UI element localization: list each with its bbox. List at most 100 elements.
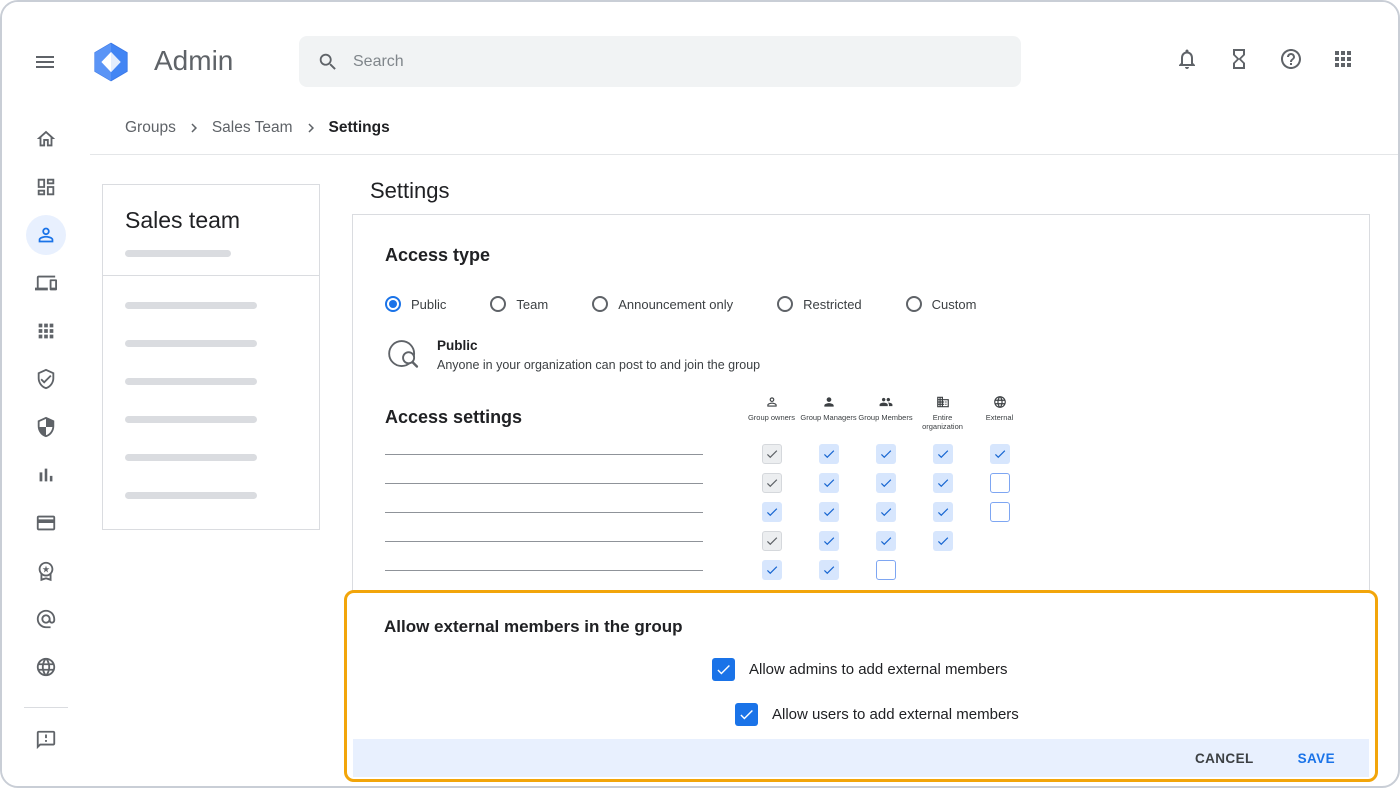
checkbox-checked[interactable]	[876, 502, 896, 522]
group-card: Sales team	[102, 184, 320, 530]
checkbox-checked[interactable]	[819, 502, 839, 522]
sidebar-item-security[interactable]	[26, 359, 66, 399]
external-option-label: Allow admins to add external members	[749, 661, 1007, 678]
domains-icon	[35, 656, 57, 678]
home-icon	[35, 128, 57, 150]
radio-option-announcement-only[interactable]: Announcement only	[592, 296, 733, 312]
dashboard-icon	[35, 176, 57, 198]
sidebar-nav	[2, 102, 90, 695]
sidebar	[2, 102, 90, 786]
checkbox-checked[interactable]	[819, 473, 839, 493]
grid-cell	[914, 502, 971, 522]
sidebar-item-directory[interactable]	[26, 215, 66, 255]
checkbox-checked[interactable]	[933, 502, 953, 522]
checkbox-checked[interactable]	[933, 531, 953, 551]
grid-cell	[857, 444, 914, 464]
menu-button[interactable]	[32, 49, 58, 75]
apps-icon	[35, 320, 57, 342]
page-title: Settings	[370, 178, 450, 204]
checkbox-checked[interactable]	[876, 473, 896, 493]
radio-option-custom[interactable]: Custom	[906, 296, 977, 312]
check-icon	[765, 505, 779, 519]
topbar-actions	[1174, 46, 1356, 72]
grid-cell	[971, 473, 1028, 493]
radio-icon	[385, 296, 401, 312]
radio-label: Public	[411, 297, 446, 312]
breadcrumb-item[interactable]: Groups	[125, 119, 176, 137]
column-label: External	[986, 413, 1014, 422]
radio-label: Announcement only	[618, 297, 733, 312]
save-button[interactable]: SAVE	[1298, 751, 1335, 766]
sidebar-item-shield[interactable]	[26, 407, 66, 447]
column-header: Entire organization	[914, 395, 971, 432]
help-icon	[1279, 47, 1303, 71]
checkbox-unchecked[interactable]	[990, 473, 1010, 493]
devices-icon	[35, 272, 57, 294]
checkbox-checked[interactable]	[762, 560, 782, 580]
radio-label: Custom	[932, 297, 977, 312]
sidebar-item-billing[interactable]	[26, 503, 66, 543]
checkbox-checked[interactable]	[876, 444, 896, 464]
access-row	[385, 469, 1369, 498]
access-settings-header: Access settings Group ownersGroup Manage…	[385, 395, 1369, 432]
feedback-icon	[35, 729, 57, 751]
checkbox-checked[interactable]	[819, 560, 839, 580]
external-option-label: Allow users to add external members	[772, 706, 1019, 723]
shield-icon	[35, 416, 57, 438]
tasks-button[interactable]	[1226, 46, 1252, 72]
check-icon	[765, 563, 779, 577]
check-icon	[822, 476, 836, 490]
check-icon	[879, 476, 893, 490]
sidebar-item-feedback[interactable]	[26, 720, 66, 760]
cancel-button[interactable]: CANCEL	[1195, 751, 1254, 766]
sidebar-divider	[24, 707, 68, 708]
checkbox-checked[interactable]	[762, 502, 782, 522]
grid-cell	[857, 502, 914, 522]
notifications-button[interactable]	[1174, 46, 1200, 72]
grid-cell	[914, 473, 971, 493]
sidebar-item-apps[interactable]	[26, 311, 66, 351]
radio-option-public[interactable]: Public	[385, 296, 446, 312]
grid-cell	[800, 531, 857, 551]
sidebar-item-reports[interactable]	[26, 455, 66, 495]
external-icon	[993, 395, 1007, 409]
sidebar-item-at[interactable]	[26, 599, 66, 639]
checkbox-unchecked[interactable]	[876, 560, 896, 580]
check-icon	[715, 661, 732, 678]
radio-option-restricted[interactable]: Restricted	[777, 296, 862, 312]
grid-cell	[743, 502, 800, 522]
tasks-icon	[1227, 47, 1251, 71]
checkbox-checked[interactable]	[933, 444, 953, 464]
checkbox-checked[interactable]	[819, 531, 839, 551]
access-settings-heading: Access settings	[385, 407, 743, 432]
radio-option-team[interactable]: Team	[490, 296, 548, 312]
checkbox-checked[interactable]	[990, 444, 1010, 464]
sidebar-item-devices[interactable]	[26, 263, 66, 303]
checkbox-checked[interactable]	[933, 473, 953, 493]
checkbox-checked[interactable]	[819, 444, 839, 464]
checkbox-unchecked[interactable]	[990, 502, 1010, 522]
breadcrumb-item[interactable]: Sales Team	[212, 119, 293, 137]
checkbox-checked[interactable]	[876, 531, 896, 551]
apps-grid-button[interactable]	[1330, 46, 1356, 72]
sidebar-item-domains[interactable]	[26, 647, 66, 687]
sidebar-item-badge[interactable]	[26, 551, 66, 591]
admin-console-window: Admin GroupsSales TeamSettings Sales tea…	[0, 0, 1400, 788]
access-columns: Group ownersGroup ManagersGroup MembersE…	[743, 395, 1028, 432]
badge-icon	[35, 560, 57, 582]
search-icon	[317, 51, 339, 73]
placeholder-line	[125, 302, 257, 309]
radio-label: Restricted	[803, 297, 862, 312]
help-button[interactable]	[1278, 46, 1304, 72]
access-type-options: Public Team Announcement only Restricted Cus…	[385, 296, 1369, 312]
selected-access-info: Public Anyone in your organization can p…	[385, 336, 1369, 373]
sidebar-item-dashboard[interactable]	[26, 167, 66, 207]
checkbox-disabled-checked	[762, 473, 782, 493]
chevron-right-icon	[185, 119, 203, 137]
security-icon	[35, 368, 57, 390]
sidebar-item-home[interactable]	[26, 119, 66, 159]
search-input[interactable]	[353, 53, 1003, 71]
external-member-checkbox[interactable]	[735, 703, 758, 726]
admin-logo	[90, 41, 132, 83]
external-member-checkbox[interactable]	[712, 658, 735, 681]
